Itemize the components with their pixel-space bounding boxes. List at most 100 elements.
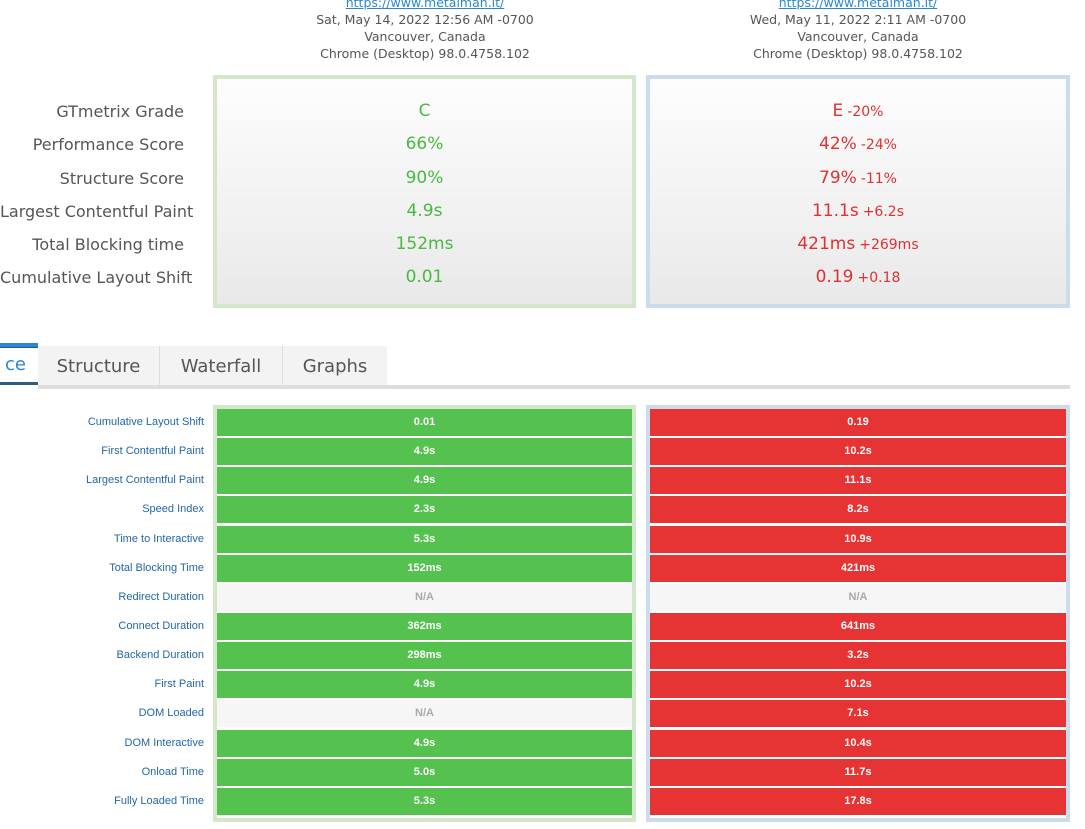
metric-value-cell: 4.9s: [217, 729, 632, 757]
metric-value-cell: 4.9s: [217, 438, 632, 466]
value-main: 90%: [405, 167, 444, 188]
value-main: C: [418, 101, 431, 121]
summary-value-lcp: 11.1s +6.2s: [650, 195, 1066, 228]
metric-value-cell: N/A: [650, 583, 1066, 611]
report-location: Vancouver, Canada: [364, 29, 486, 44]
summary-value-grade: E -20%: [650, 95, 1066, 128]
metric-value-cell: 3.2s: [650, 642, 1066, 670]
summary-value-structure: 90%: [217, 162, 632, 195]
summary-value-structure: 79% -11%: [650, 162, 1066, 195]
summary-labels: GTmetrix Grade Performance Score Structu…: [0, 95, 194, 295]
metric-value-cell: 5.3s: [217, 525, 632, 553]
report-browser: Chrome (Desktop) 98.0.4758.102: [320, 46, 530, 61]
metric-value-cell: 8.2s: [650, 496, 1066, 524]
metric-label: Fully Loaded Time: [114, 794, 204, 807]
summary-box-left: C 66% 90% 4.9s 152ms 0.01: [213, 75, 636, 308]
metric-value-cell: 298ms: [217, 642, 632, 670]
value-delta: +269ms: [859, 237, 919, 254]
tab-waterfall[interactable]: Waterfall: [160, 346, 283, 385]
summary-value-cls: 0.01: [217, 261, 632, 294]
metric-label: Backend Duration: [116, 649, 204, 662]
report-date: Wed, May 11, 2022 2:11 AM -0700: [749, 12, 967, 27]
metrics-column-left: 0.01 4.9s 4.9s 2.3s 5.3s 152ms N/A 362ms 298ms 4.…: [213, 405, 636, 822]
report-date: Sat, May 14, 2022 12:56 AM -0700: [316, 12, 534, 27]
metric-label: Time to Interactive: [113, 532, 204, 545]
summary-label-structure-score: Structure Score: [59, 168, 184, 188]
value-delta: +6.2s: [862, 203, 904, 220]
metric-value-cell: 641ms: [650, 612, 1066, 640]
summary-value-grade: C: [217, 95, 632, 128]
metric-value-cell: N/A: [217, 700, 632, 728]
summary-label-performance-score: Performance Score: [32, 135, 184, 155]
report-browser: Chrome (Desktop) 98.0.4758.102: [753, 46, 963, 61]
metric-value-cell: 5.3s: [217, 787, 632, 815]
metric-label: DOM Interactive: [124, 736, 204, 749]
summary-label-lcp: Largest Contentful Paint: [0, 201, 194, 221]
metrics-column-right: 0.19 10.2s 11.1s 8.2s 10.9s 421ms N/A 641ms 3.2s…: [646, 405, 1070, 822]
summary-value-performance: 42% -24%: [650, 128, 1066, 161]
metric-value-cell: 4.9s: [217, 467, 632, 495]
report-url-link[interactable]: https://www.metalman.it/: [275, 0, 575, 11]
value-main: E: [832, 101, 844, 121]
metric-value-cell: 2.3s: [217, 496, 632, 524]
value-main: 4.9s: [406, 200, 443, 221]
metric-value-cell: 152ms: [217, 554, 632, 582]
value-delta: -20%: [847, 104, 884, 120]
metric-value-cell: 10.9s: [650, 525, 1066, 553]
metric-value-cell: 10.2s: [650, 671, 1066, 699]
value-main: 42%: [819, 134, 857, 155]
value-delta: +0.18: [857, 270, 901, 287]
tab-structure[interactable]: Structure: [38, 346, 160, 385]
metric-label: Connect Duration: [118, 619, 204, 632]
summary-value-tbt: 152ms: [217, 228, 632, 261]
value-delta: -11%: [860, 170, 897, 187]
metric-labels: Cumulative Layout Shift First Contentful …: [0, 408, 204, 816]
metric-value-cell: 362ms: [217, 612, 632, 640]
value-main: 0.19: [815, 267, 854, 288]
metric-label: Redirect Duration: [118, 590, 204, 603]
metric-value-cell: 421ms: [650, 554, 1066, 582]
summary-value-performance: 66%: [217, 128, 632, 161]
value-main: 421ms: [797, 234, 856, 255]
report-header-left: https://www.metalman.it/ Sat, May 14, 20…: [275, 0, 575, 62]
metric-label: Cumulative Layout Shift: [87, 416, 204, 428]
report-location: Vancouver, Canada: [797, 29, 919, 44]
tab-graphs[interactable]: Graphs: [283, 346, 387, 385]
tab-bar: ce Structure Waterfall Graphs: [0, 343, 1070, 389]
metric-label: Largest Contentful Paint: [85, 474, 204, 487]
value-main: 0.01: [405, 267, 444, 288]
summary-label-tbt: Total Blocking time: [32, 235, 184, 255]
metric-value-cell: 11.1s: [650, 467, 1066, 495]
summary-value-lcp: 4.9s: [217, 195, 632, 228]
tab-performance[interactable]: ce: [0, 343, 38, 385]
tab-bar-underline: [38, 385, 1070, 389]
metric-label: First Contentful Paint: [101, 445, 204, 458]
metric-value-cell: 4.9s: [217, 671, 632, 699]
value-main: 11.1s: [811, 200, 859, 221]
value-main: 152ms: [395, 234, 454, 255]
report-header-right: https://www.metalman.it/ Wed, May 11, 20…: [708, 0, 1008, 62]
metric-label: DOM Loaded: [138, 707, 204, 720]
metric-value-cell: 17.8s: [650, 787, 1066, 815]
summary-label-cls: Cumulative Layout Shift: [0, 268, 193, 288]
value-main: 66%: [405, 134, 444, 155]
metric-value-cell: 10.4s: [650, 729, 1066, 757]
metric-value-cell: 10.2s: [650, 438, 1066, 466]
metric-value-cell: 0.19: [650, 409, 1066, 436]
metric-label: Onload Time: [141, 765, 204, 778]
summary-label-gtmetrix-grade: GTmetrix Grade: [56, 102, 184, 121]
metric-label: First Paint: [154, 678, 204, 691]
metric-label: Speed Index: [142, 503, 204, 516]
metric-value-cell: 11.7s: [650, 758, 1066, 786]
summary-value-tbt: 421ms +269ms: [650, 228, 1066, 261]
metric-label: Total Blocking Time: [109, 561, 204, 574]
metric-value-cell: 0.01: [217, 409, 632, 436]
value-delta: -24%: [860, 137, 897, 154]
metric-value-cell: N/A: [217, 583, 632, 611]
metric-value-cell: 5.0s: [217, 758, 632, 786]
value-main: 79%: [819, 167, 857, 188]
summary-box-right: E -20% 42% -24% 79% -11% 11.1s +6.2s 421ms +2…: [646, 75, 1070, 308]
summary-value-cls: 0.19 +0.18: [650, 261, 1066, 294]
report-url-link[interactable]: https://www.metalman.it/: [708, 0, 1008, 11]
metric-value-cell: 7.1s: [650, 700, 1066, 728]
